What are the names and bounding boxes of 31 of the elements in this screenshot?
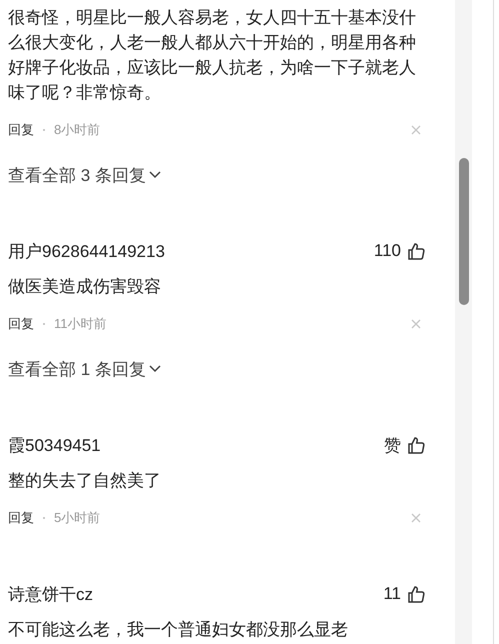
- reply-link[interactable]: 回复: [8, 315, 34, 333]
- comment-text: 不可能这么老，我一个普通妇女都没那么显老: [8, 619, 349, 641]
- chevron-down-icon: [148, 171, 161, 179]
- chevron-down-icon: [148, 365, 161, 373]
- timestamp: 5小时前: [54, 509, 100, 527]
- separator-dot: [43, 129, 45, 131]
- timestamp: 11小时前: [54, 315, 106, 333]
- username[interactable]: 诗意饼干cz: [8, 582, 93, 606]
- username[interactable]: 用户9628644149213: [8, 240, 165, 262]
- thumbs-up-icon[interactable]: [407, 585, 425, 603]
- scrollbar-thumb[interactable]: [459, 158, 469, 305]
- separator-dot: [43, 517, 45, 519]
- close-icon[interactable]: [411, 319, 421, 329]
- comment-text: 做医美造成伤害毁容: [8, 276, 162, 298]
- username[interactable]: 霞50349451: [8, 434, 101, 456]
- view-replies-link[interactable]: 查看全部 3 条回复: [8, 163, 425, 187]
- reply-link[interactable]: 回复: [8, 121, 34, 139]
- comment-text: 整的失去了自然美了: [8, 470, 162, 492]
- reply-link[interactable]: 回复: [8, 509, 34, 527]
- thumbs-up-icon[interactable]: [407, 242, 425, 260]
- like-count: 110: [374, 241, 401, 261]
- comment-text: 很奇怪，明星比一般人容易老，女人四十五十基本没什么很大变化，人老一般人都从六十开始的，明星用各种好牌子化妆品，应该比一般人抗老，为啥一下子就老人味了呢？非常惊奇。: [8, 7, 417, 104]
- scrollbar-track[interactable]: [455, 0, 472, 644]
- like-count: 赞: [384, 434, 401, 456]
- separator-dot: [43, 323, 45, 325]
- close-icon[interactable]: [411, 513, 421, 523]
- like-count: 11: [383, 584, 401, 604]
- thumbs-up-icon[interactable]: [407, 436, 425, 454]
- close-icon[interactable]: [411, 125, 421, 135]
- timestamp: 8小时前: [54, 121, 100, 139]
- view-replies-link[interactable]: 查看全部 1 条回复: [8, 357, 425, 381]
